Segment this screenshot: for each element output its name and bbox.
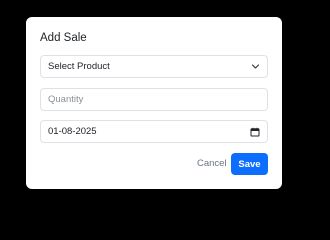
product-select[interactable]: Select Product [40, 55, 268, 78]
date-input[interactable]: 01-08-2025 [40, 120, 268, 143]
chevron-down-icon [251, 62, 260, 71]
quantity-placeholder: Quantity [48, 94, 84, 105]
product-select-value: Select Product [48, 61, 110, 72]
calendar-icon[interactable] [250, 127, 260, 137]
save-button[interactable]: Save [231, 153, 268, 175]
add-sale-dialog: Add Sale Select Product Quantity 01-08-2… [26, 17, 282, 189]
cancel-button[interactable]: Cancel [197, 158, 227, 169]
dialog-title: Add Sale [40, 32, 87, 44]
date-value: 01-08-2025 [48, 126, 97, 137]
quantity-input[interactable]: Quantity [40, 88, 268, 111]
